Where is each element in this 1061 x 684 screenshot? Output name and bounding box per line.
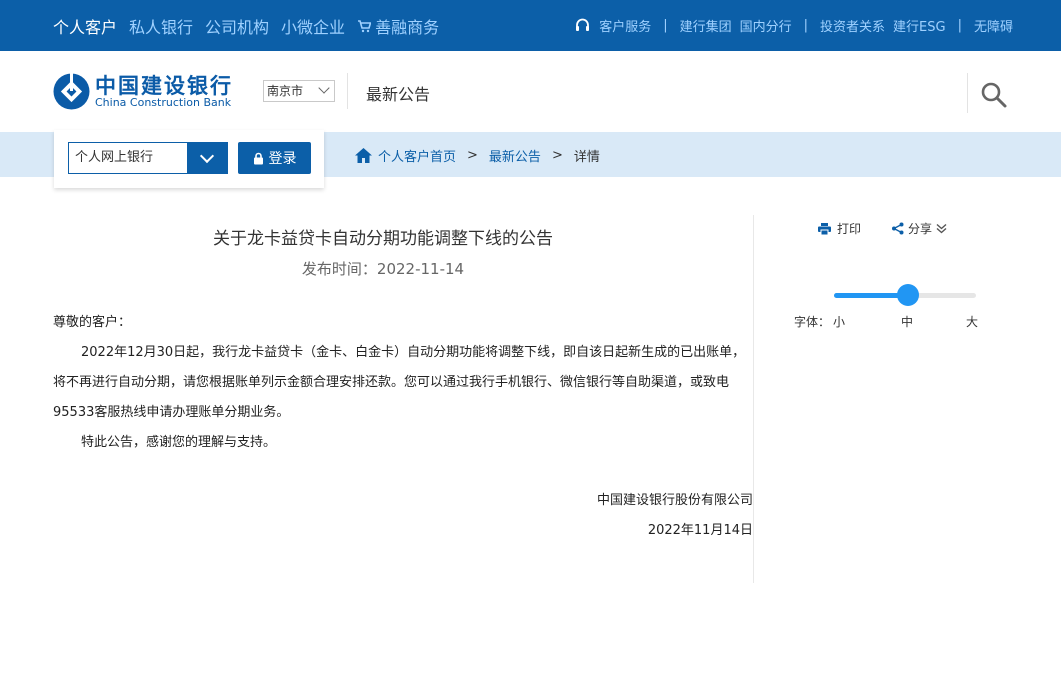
- city-selector-value: 南京市: [267, 84, 304, 98]
- nav-separator: |: [803, 18, 809, 33]
- article-signature: 中国建设银行股份有限公司 2022年11月14日: [53, 486, 753, 546]
- ccb-logo[interactable]: 中国建设银行 China Construction Bank: [53, 73, 233, 110]
- cart-icon: [358, 19, 372, 32]
- login-button-label: 登录: [268, 151, 297, 167]
- nav-customer-service[interactable]: 客户服务: [599, 16, 651, 35]
- nav-accessibility[interactable]: 无障碍: [974, 16, 1013, 35]
- printer-icon: [818, 222, 831, 235]
- font-size-large[interactable]: 大: [966, 313, 978, 330]
- font-size-label: 字体：: [794, 315, 831, 329]
- share-label: 分享: [908, 222, 933, 236]
- lock-icon: [253, 152, 263, 164]
- nav-investor-relations[interactable]: 投资者关系: [820, 16, 885, 35]
- search-icon[interactable]: [980, 81, 1008, 109]
- header-divider: [347, 73, 348, 109]
- nav-esg[interactable]: 建行ESG: [893, 16, 946, 35]
- top-nav-left: 个人客户 私人银行 公司机构 小微企业 善融商务: [53, 0, 451, 51]
- nav-personal[interactable]: 个人客户: [53, 14, 117, 38]
- online-banking-select[interactable]: 个人网上银行: [68, 142, 228, 174]
- font-size-small[interactable]: 小: [833, 313, 845, 330]
- publish-date: 发布时间：2022-11-14: [301, 260, 465, 278]
- nav-corporate[interactable]: 公司机构: [205, 14, 269, 38]
- nav-separator: |: [957, 18, 962, 33]
- article-body: 尊敬的客户： 2022年12月30日起，我行龙卡益贷卡（金卡、白金卡）自动分期功…: [53, 308, 753, 458]
- nav-shanrong[interactable]: 善融商务: [357, 14, 439, 38]
- article-tools: 打印 分享: [818, 220, 951, 237]
- online-banking-select-value: 个人网上银行: [75, 150, 154, 165]
- chevron-down-icon[interactable]: [187, 143, 227, 173]
- breadcrumb-separator: >: [551, 147, 563, 163]
- header-divider: [967, 73, 968, 113]
- signer-name: 中国建设银行股份有限公司: [596, 493, 753, 508]
- content-divider: [753, 215, 754, 583]
- font-size-slider-handle[interactable]: [897, 284, 919, 306]
- breadcrumb-announcements[interactable]: 最新公告: [489, 146, 541, 165]
- top-nav-right: 客户服务 | 建行集团 国内分行 | 投资者关系 建行ESG | 无障碍: [574, 0, 1013, 51]
- logo-chinese-name: 中国建设银行: [95, 73, 233, 98]
- nav-ccb-group[interactable]: 建行集团: [680, 16, 732, 35]
- nav-shanrong-label: 善融商务: [375, 17, 440, 37]
- breadcrumb-current: 详情: [573, 149, 600, 165]
- headset-icon: [576, 18, 590, 31]
- nav-domestic-branches[interactable]: 国内分行: [740, 16, 792, 35]
- nav-small-business[interactable]: 小微企业: [281, 14, 345, 38]
- breadcrumb: 个人客户首页 > 最新公告 > 详情: [354, 143, 600, 167]
- logo-english-name: China Construction Bank: [95, 95, 232, 109]
- print-label: 打印: [837, 222, 862, 236]
- share-button[interactable]: 分享: [891, 220, 951, 237]
- article-title: 关于龙卡益贷卡自动分期功能调整下线的公告: [213, 229, 553, 249]
- breadcrumb-separator: >: [467, 147, 478, 163]
- double-chevron-down-icon: [936, 223, 947, 234]
- chevron-down-icon: [318, 82, 330, 94]
- ccb-logo-icon: [53, 73, 90, 110]
- print-button[interactable]: 打印: [818, 220, 861, 237]
- home-icon[interactable]: [354, 147, 373, 164]
- share-icon: [892, 222, 904, 235]
- city-selector[interactable]: 南京市: [263, 80, 335, 102]
- font-size-labels: 字体： 小 中 大: [794, 313, 984, 329]
- nav-private-banking[interactable]: 私人银行: [129, 14, 193, 38]
- top-nav-bar: 个人客户 私人银行 公司机构 小微企业 善融商务 客户服务 | 建行集团 国内分…: [0, 0, 1061, 51]
- breadcrumb-home[interactable]: 个人客户首页: [378, 146, 456, 165]
- font-size-medium[interactable]: 中: [901, 313, 913, 330]
- article-greeting: 尊敬的客户：: [53, 315, 132, 330]
- site-header: 中国建设银行 China Construction Bank 南京市 最新公告: [0, 51, 1061, 131]
- nav-separator: |: [663, 18, 668, 33]
- page-title: 最新公告: [366, 85, 431, 104]
- login-button[interactable]: 登录: [238, 142, 311, 174]
- article-paragraph: 2022年12月30日起，我行龙卡益贷卡（金卡、白金卡）自动分期功能将调整下线，…: [53, 345, 746, 420]
- article-paragraph: 特此公告，感谢您的理解与支持。: [81, 435, 277, 450]
- signature-date: 2022年11月14日: [647, 523, 753, 538]
